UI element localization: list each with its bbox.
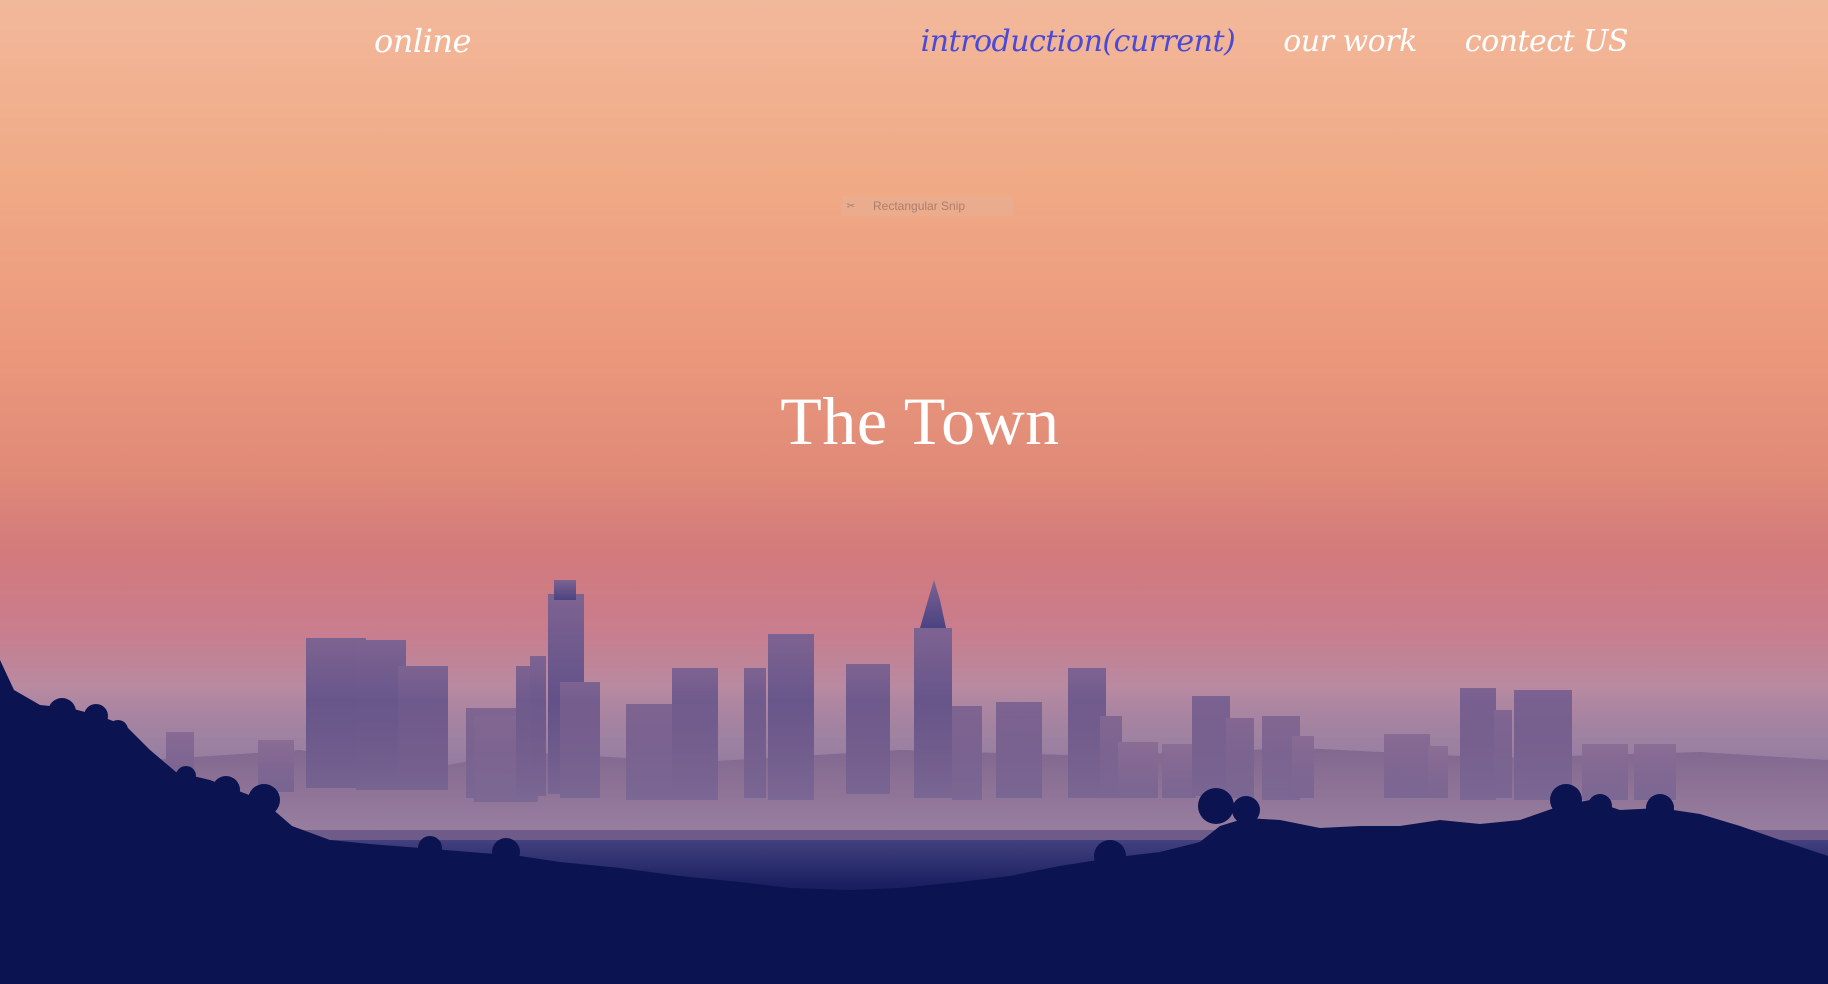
nav-link-introduction[interactable]: introduction(current) — [921, 24, 1236, 59]
scissors-icon: ✂ — [846, 200, 856, 212]
hero-title: The Town — [780, 383, 1060, 459]
snip-toolbar[interactable]: ✂ Rectangular Snip — [841, 196, 1013, 216]
city-skyline-background — [0, 0, 1828, 984]
skyline-illustration — [0, 580, 1828, 984]
nav-link-contact[interactable]: contect US — [1465, 24, 1629, 59]
site-logo-link[interactable]: online — [374, 22, 471, 60]
main-nav: introduction(current) our work contect U… — [921, 24, 1629, 59]
nav-link-our-work[interactable]: our work — [1283, 24, 1417, 59]
snip-mode-label: Rectangular Snip — [873, 199, 966, 213]
